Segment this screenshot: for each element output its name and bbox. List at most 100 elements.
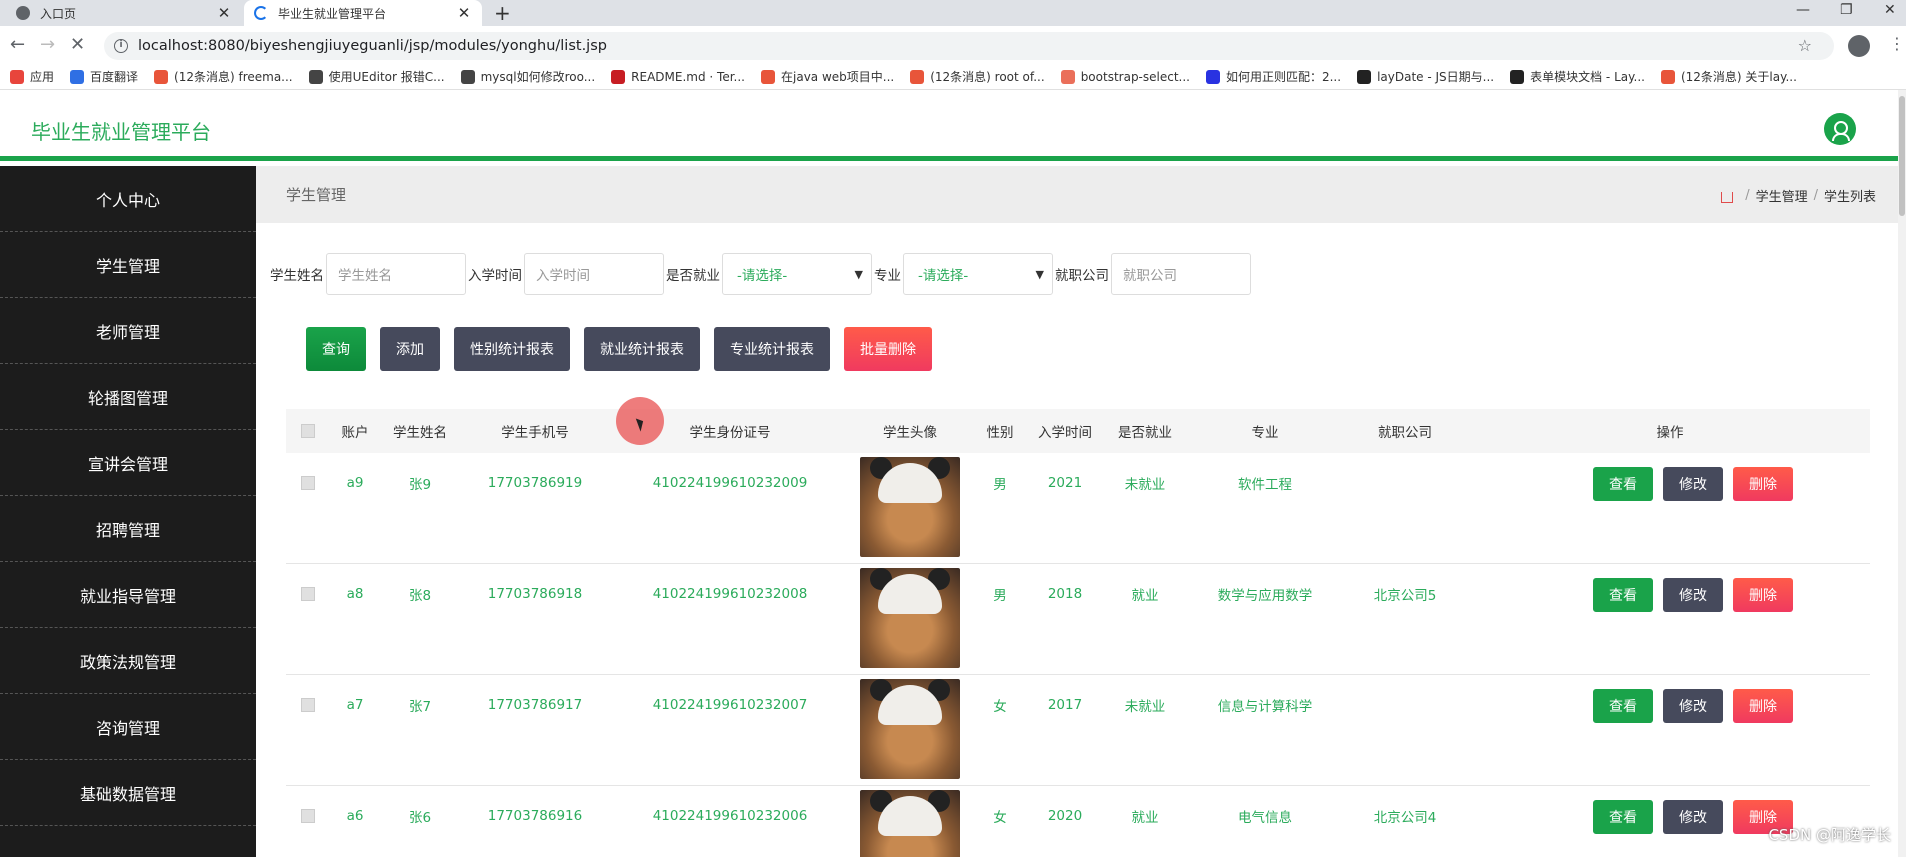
site-info-icon[interactable]: i <box>114 39 128 53</box>
user-avatar-icon[interactable] <box>1824 113 1856 145</box>
back-icon[interactable]: ← <box>10 34 25 55</box>
employed-select[interactable]: -请选择- ▼ <box>722 253 872 295</box>
bookmark-label: 使用UEditor 报错C... <box>328 70 445 84</box>
row-checkbox[interactable] <box>301 698 315 712</box>
stop-loading-icon[interactable]: ✕ <box>70 34 85 55</box>
edit-button[interactable]: 修改 <box>1663 800 1723 834</box>
cell-company <box>1340 453 1470 513</box>
edit-button[interactable]: 修改 <box>1663 689 1723 723</box>
table-header: 账户 学生姓名 学生手机号 学生身份证号 学生头像 性别 入学时间 是否就业 专业 就职公司 操作 <box>286 409 1870 453</box>
layui-icon <box>1510 69 1525 84</box>
view-button[interactable]: 查看 <box>1593 689 1653 723</box>
sidebar-item[interactable]: 基础数据管理 <box>0 760 256 826</box>
edit-button[interactable]: 修改 <box>1663 467 1723 501</box>
bookmark-item[interactable]: 表单模块文档 - Lay... <box>1510 68 1645 85</box>
scrollbar-thumb[interactable] <box>1899 96 1905 216</box>
mouse-cursor-highlight <box>616 397 664 445</box>
bookmark-item[interactable]: layDate - JS日期与... <box>1357 68 1494 85</box>
student-avatar-image <box>860 568 960 668</box>
add-button[interactable]: 添加 <box>380 327 440 371</box>
forward-icon[interactable]: → <box>40 34 55 55</box>
bookmark-item[interactable]: 在java web项目中... <box>761 68 894 85</box>
batch-delete-button[interactable]: 批量删除 <box>844 327 932 371</box>
sidebar-item[interactable]: 个人中心 <box>0 166 256 232</box>
url-text: localhost:8080/biyeshengjiuyeguanli/jsp/… <box>138 38 607 54</box>
cell-company: 北京公司5 <box>1373 588 1437 604</box>
cell-account: a9 <box>346 475 364 491</box>
cell-account: a7 <box>346 697 364 713</box>
delete-button[interactable]: 删除 <box>1733 578 1793 612</box>
delete-button[interactable]: 删除 <box>1733 467 1793 501</box>
window-close-icon[interactable]: ✕ <box>1884 2 1896 18</box>
row-checkbox[interactable] <box>301 809 315 823</box>
bookmark-item[interactable]: mysql如何修改roo... <box>460 68 596 85</box>
new-tab-button[interactable]: + <box>494 1 511 25</box>
query-button[interactable]: 查询 <box>306 327 366 371</box>
row-checkbox[interactable] <box>301 476 315 490</box>
url-bar[interactable]: i localhost:8080/biyeshengjiuyeguanli/js… <box>104 32 1834 60</box>
bookmark-label: README.md · Ter... <box>631 69 745 84</box>
browser-tab-entry[interactable]: 入口页 ✕ <box>6 0 242 26</box>
browser-menu-icon[interactable]: ⋮ <box>1889 34 1905 53</box>
company-search-input[interactable]: 就职公司 <box>1111 253 1251 295</box>
row-checkbox[interactable] <box>301 587 315 601</box>
bookmark-item[interactable]: 百度翻译 <box>70 68 138 85</box>
sidebar-item[interactable]: 政策法规管理 <box>0 628 256 694</box>
sidebar-item[interactable]: 老师管理 <box>0 298 256 364</box>
bookmark-label: 百度翻译 <box>90 70 139 84</box>
csdn-icon <box>761 69 775 84</box>
breadcrumb-item[interactable]: 学生管理 <box>1756 186 1808 205</box>
cell-major: 数学与应用数学 <box>1217 588 1313 604</box>
sidebar-item[interactable]: 咨询管理 <box>0 694 256 760</box>
major-report-button[interactable]: 专业统计报表 <box>714 327 830 371</box>
view-button[interactable]: 查看 <box>1593 467 1653 501</box>
page-scrollbar[interactable] <box>1898 90 1906 857</box>
bookmark-item[interactable]: (12条消息) root of... <box>910 68 1045 85</box>
bookmark-label: bootstrap-select... <box>1080 69 1190 84</box>
cell-employed: 未就业 <box>1124 477 1166 493</box>
bookmark-item[interactable]: bootstrap-select... <box>1060 69 1190 84</box>
bookmark-item[interactable]: (12条消息) freema... <box>154 68 293 85</box>
gender-report-button[interactable]: 性别统计报表 <box>454 327 570 371</box>
sidebar-item[interactable]: 就业指导管理 <box>0 562 256 628</box>
page-title: 学生管理 <box>286 186 347 204</box>
bookmark-item[interactable]: (12条消息) 关于lay... <box>1660 68 1797 85</box>
bookmark-label: mysql如何修改roo... <box>480 70 596 84</box>
bookmark-item[interactable]: README.md · Ter... <box>611 69 745 84</box>
name-search-input[interactable]: 学生姓名 <box>326 253 466 295</box>
cell-phone: 17703786919 <box>487 475 583 491</box>
major-select[interactable]: -请选择- ▼ <box>903 253 1053 295</box>
profile-avatar-icon[interactable] <box>1848 35 1870 57</box>
edit-button[interactable]: 修改 <box>1663 578 1723 612</box>
cell-company <box>1340 675 1470 735</box>
bookmark-label: layDate - JS日期与... <box>1377 70 1495 84</box>
browser-tab-platform[interactable]: 毕业生就业管理平台 ✕ <box>244 0 482 26</box>
table-row: a6 张6 17703786916 410224199610232006 女 2020 就业… <box>286 786 1870 857</box>
cell-year: 2018 <box>1047 586 1083 602</box>
bookmark-item[interactable]: 使用UEditor 报错C... <box>308 68 445 85</box>
minimize-icon[interactable]: — <box>1796 2 1810 18</box>
bookmark-label: (12条消息) freema... <box>174 70 293 84</box>
date-search-input[interactable]: 入学时间 <box>524 253 664 295</box>
employment-report-button[interactable]: 就业统计报表 <box>584 327 700 371</box>
delete-button[interactable]: 删除 <box>1733 689 1793 723</box>
cell-name: 张8 <box>408 588 432 604</box>
sidebar-item[interactable]: 宣讲会管理 <box>0 430 256 496</box>
view-button[interactable]: 查看 <box>1593 578 1653 612</box>
bookmark-item[interactable]: 如何用正则匹配：2... <box>1205 68 1341 85</box>
home-icon[interactable] <box>1721 192 1734 203</box>
company-label: 就职公司 <box>1055 268 1109 284</box>
select-all-checkbox[interactable] <box>301 424 315 438</box>
bookmark-star-icon[interactable]: ☆ <box>1798 36 1812 55</box>
bookmark-item[interactable]: 应用 <box>10 68 54 85</box>
close-tab-icon[interactable]: ✕ <box>456 4 472 22</box>
cell-employed: 就业 <box>1131 810 1159 826</box>
close-tab-icon[interactable]: ✕ <box>216 4 232 22</box>
restore-icon[interactable]: ❐ <box>1840 2 1853 18</box>
sidebar-item[interactable]: 学生管理 <box>0 232 256 298</box>
cell-gender: 男 <box>993 477 1007 493</box>
view-button[interactable]: 查看 <box>1593 800 1653 834</box>
column-header: 性别 <box>986 425 1014 441</box>
sidebar-item[interactable]: 轮播图管理 <box>0 364 256 430</box>
sidebar-item[interactable]: 招聘管理 <box>0 496 256 562</box>
